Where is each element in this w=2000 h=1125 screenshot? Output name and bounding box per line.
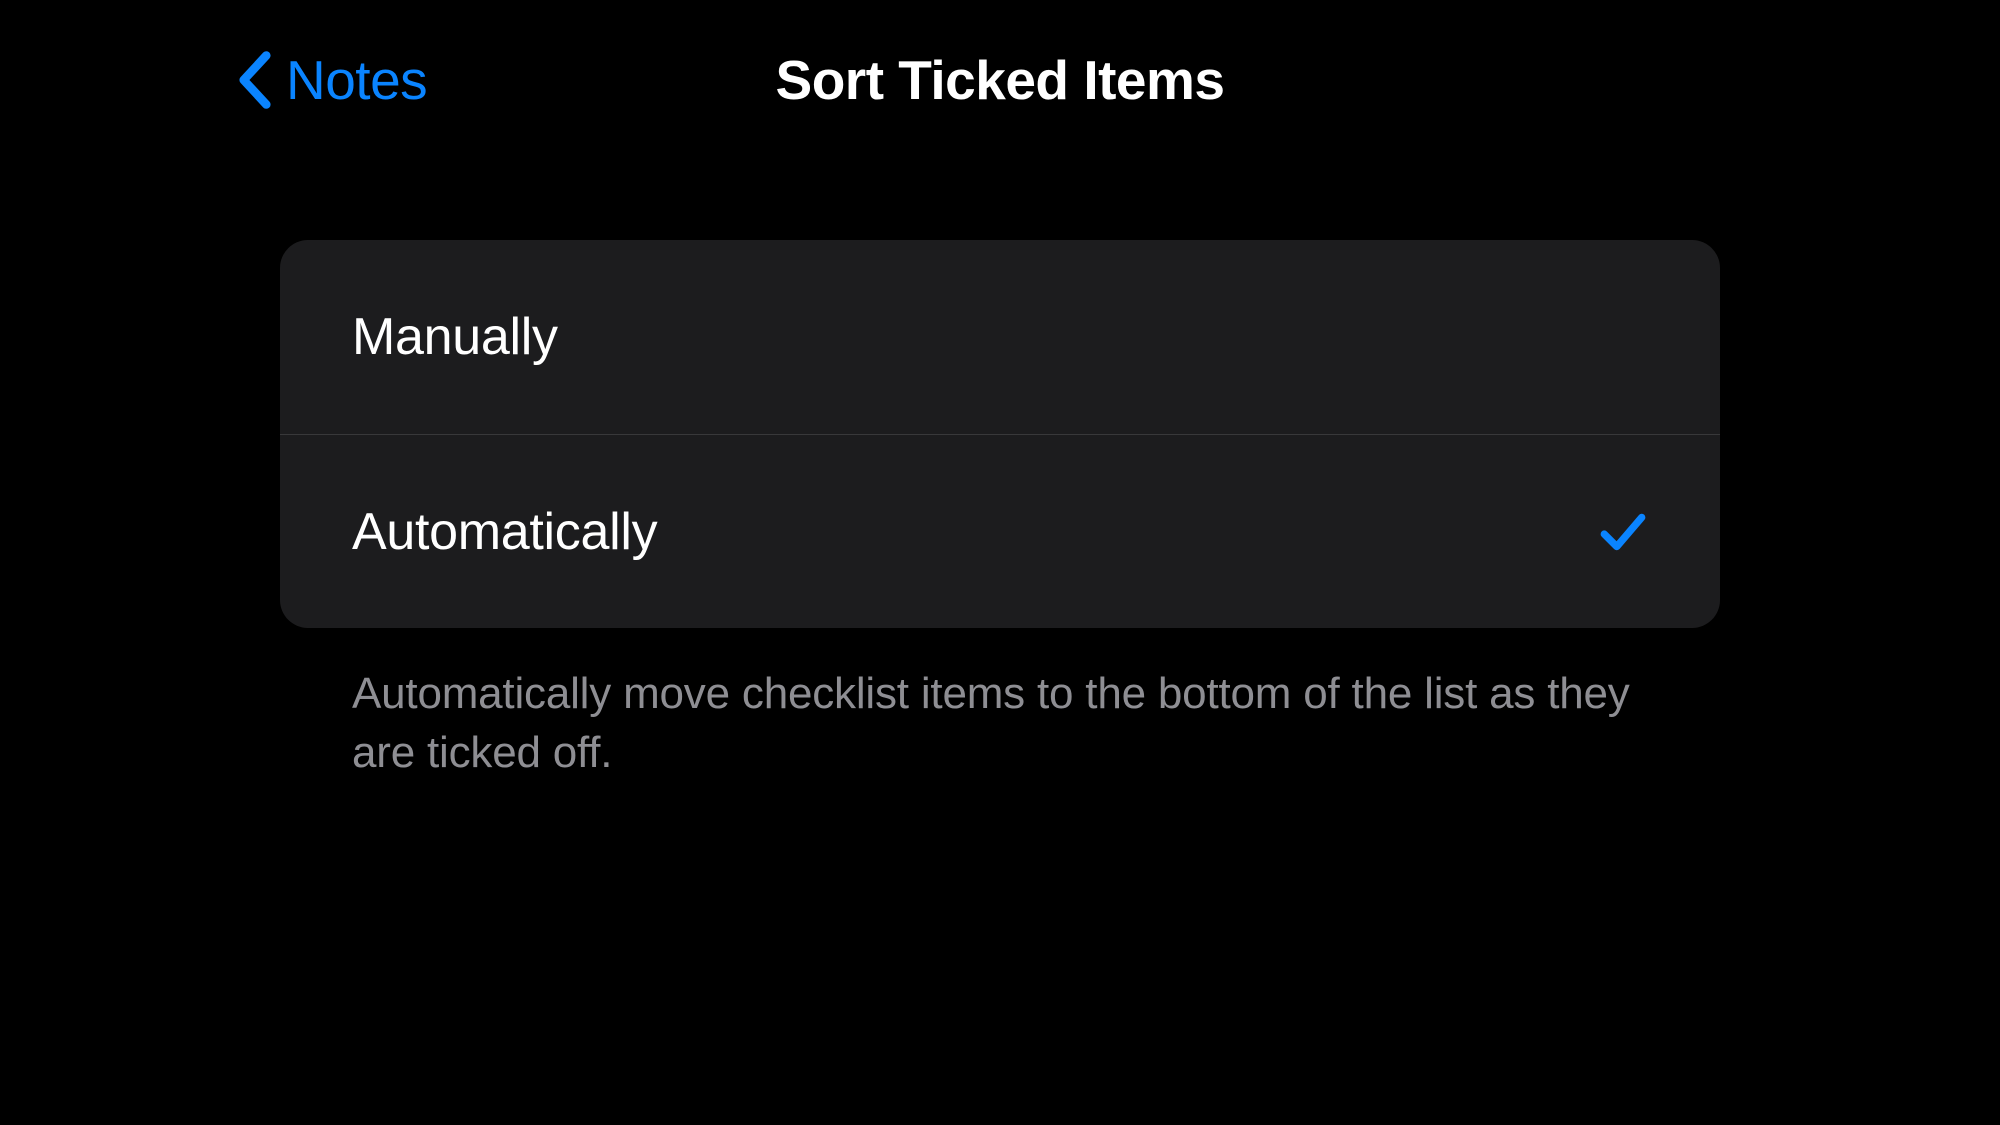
back-label: Notes xyxy=(286,48,427,112)
chevron-left-icon xyxy=(238,51,272,109)
sort-options-group: Manually Automatically xyxy=(280,240,1720,628)
footer-description: Automatically move checklist items to th… xyxy=(280,664,1720,783)
back-button[interactable]: Notes xyxy=(238,48,427,112)
navigation-bar: Notes Sort Ticked Items xyxy=(0,0,2000,140)
settings-screen: Notes Sort Ticked Items Manually Automat… xyxy=(0,0,2000,1125)
option-automatically[interactable]: Automatically xyxy=(280,434,1720,628)
option-label: Manually xyxy=(352,307,558,367)
page-title: Sort Ticked Items xyxy=(776,48,1225,112)
option-label: Automatically xyxy=(352,502,657,562)
checkmark-icon xyxy=(1598,507,1648,557)
option-manually[interactable]: Manually xyxy=(280,240,1720,434)
